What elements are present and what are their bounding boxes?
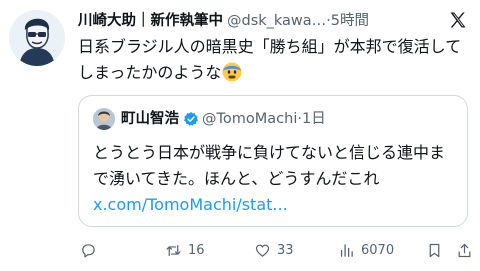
tweet-text: 日系ブラジル人の暗黒史「勝ち組」が本邦で復活してしまったかのような [78,34,470,86]
heart-icon [255,244,270,257]
quoted-tweet-card[interactable]: 町山智浩 @TomoMachi · 1日 とうとう日本が戦争に負けてないと信じる… [78,95,468,227]
tweet-timestamp[interactable]: 5時間 [331,10,369,32]
x-logo-icon[interactable] [448,10,468,30]
author-avatar[interactable] [9,10,65,66]
quoted-tweet-body: とうとう日本が戦争に負けてないと信じる連中まで湧いてきた。ほんと、どうすんだこれ [93,143,446,188]
quoted-author-name[interactable]: 町山智浩 [121,108,179,130]
reply-button[interactable] [80,237,103,263]
quoted-tweet-timestamp[interactable]: 1日 [302,108,326,130]
bookmark-button[interactable] [426,237,449,263]
like-count: 33 [277,242,294,258]
retweet-count: 16 [188,242,205,258]
quoted-tweet-header: 町山智浩 @TomoMachi · 1日 [121,108,326,130]
tweet-action-bar: 16 33 6070 [76,237,472,263]
quoted-author-avatar[interactable] [93,108,115,130]
quoted-tweet-text: とうとう日本が戦争に負けてないと信じる連中まで湧いてきた。ほんと、どうすんだこれ… [93,140,459,218]
share-button[interactable] [456,237,479,263]
verified-badge-icon [184,112,198,126]
bookmark-icon [429,243,440,257]
quoted-tweet-link[interactable]: x.com/TomoMachi/stat... [93,195,288,214]
author-name[interactable]: 川崎大助｜新作執筆中 [78,10,223,32]
quoted-author-handle[interactable]: @TomoMachi [202,108,297,130]
views-count: 6070 [361,242,395,258]
tweet-body: 日系ブラジル人の暗黒史「勝ち組」が本邦で復活してしまったかのような [78,37,462,82]
retweet-icon [166,244,181,256]
reply-icon [82,243,95,257]
views-button[interactable]: 6070 [338,237,394,263]
views-chart-icon [340,243,353,257]
retweet-button[interactable]: 16 [165,237,205,263]
tweet-header: 川崎大助｜新作執筆中 @dsk_kawa… · 5時間 [78,10,408,32]
share-icon [458,243,471,257]
author-handle[interactable]: @dsk_kawa… [227,10,326,32]
fearful-face-emoji-icon [222,62,242,82]
like-button[interactable]: 33 [254,237,294,263]
